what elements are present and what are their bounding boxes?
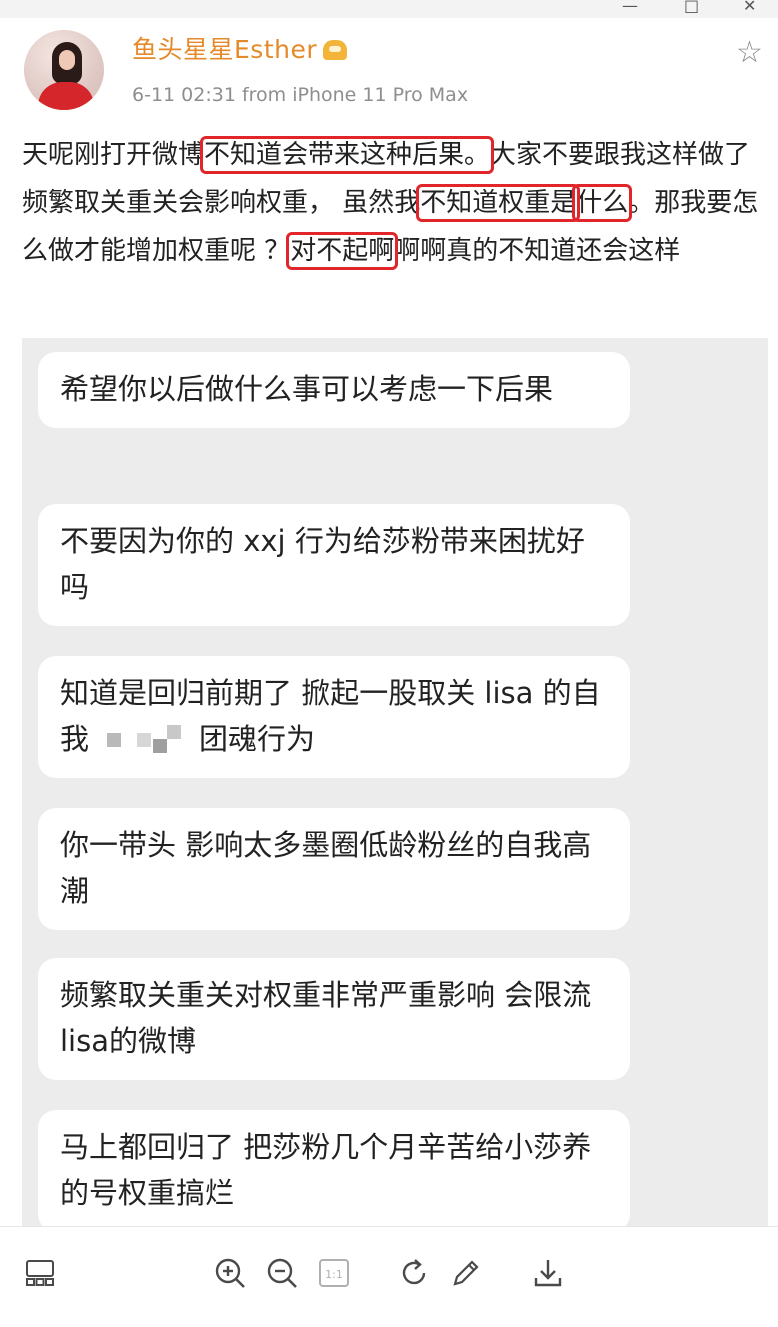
window-titlebar: — □ ✕: [0, 0, 778, 18]
comment-bubble: 希望你以后做什么事可以考虑一下后果: [38, 352, 630, 428]
close-icon[interactable]: ✕: [743, 0, 756, 15]
maximize-icon[interactable]: □: [684, 0, 699, 15]
zoom-out-icon[interactable]: [262, 1253, 302, 1293]
comment-text: 频繁取关重关对权重非常严重影响 会限流lisa的微博: [60, 978, 592, 1058]
highlighted-phrase: 对不起啊: [286, 232, 399, 270]
comment-text: 知道是回归前期了 掀起一股取关 lisa 的自我 团魂行为: [60, 670, 608, 762]
avatar[interactable]: [24, 30, 104, 110]
comment-text: 马上都回归了 把莎粉几个月辛苦给小莎养的号权重搞烂: [60, 1130, 592, 1210]
comment-text-part: 团魂行为: [199, 722, 316, 756]
comment-bubble: 马上都回归了 把莎粉几个月辛苦给小莎养的号权重搞烂: [38, 1110, 630, 1226]
censored-mosaic: [101, 723, 188, 753]
post-text-part: 天呢刚打开微博: [22, 140, 205, 170]
post-meta: 6-11 02:31 from iPhone 11 Pro Max: [132, 84, 469, 106]
post-text-part: 啊啊真的不知道还会这样: [394, 236, 681, 266]
comments-panel: 希望你以后做什么事可以考虑一下后果 不要因为你的 xxj 行为给莎粉带来困扰好吗…: [22, 338, 768, 1226]
actual-size-label: 1:1: [325, 1268, 343, 1281]
edit-icon[interactable]: [446, 1253, 486, 1293]
highlighted-phrase: 什么: [572, 184, 633, 222]
comment-bubble: 频繁取关重关对权重非常严重影响 会限流lisa的微博: [38, 958, 630, 1080]
comment-text: 希望你以后做什么事可以考虑一下后果: [60, 372, 554, 406]
username-text[interactable]: 鱼头星星Esther: [132, 35, 317, 64]
comment-bubble: 不要因为你的 xxj 行为给莎粉带来困扰好吗: [38, 504, 630, 626]
comment-bubble: 知道是回归前期了 掀起一股取关 lisa 的自我 团魂行为: [38, 656, 630, 778]
viewer-toolbar: 1:1: [0, 1226, 778, 1327]
comment-text: 你一带头 影响太多墨圈低龄粉丝的自我高潮: [60, 828, 592, 908]
rotate-icon[interactable]: [394, 1253, 434, 1293]
favorite-star-icon[interactable]: ☆: [736, 38, 763, 68]
highlighted-phrase: 不知道会带来这种后果。: [200, 136, 495, 174]
zoom-in-icon[interactable]: [210, 1253, 250, 1293]
highlighted-phrase: 不知道权重是: [416, 184, 581, 222]
comment-bubble: 你一带头 影响太多墨圈低龄粉丝的自我高潮: [38, 808, 630, 930]
post-text: 天呢刚打开微博不知道会带来这种后果。大家不要跟我这样做了 频繁取关重关会影响权重…: [22, 131, 767, 275]
avatar-face: [59, 50, 75, 70]
gallery-icon[interactable]: [20, 1253, 60, 1293]
download-icon[interactable]: [528, 1253, 568, 1293]
vip-badge-icon: [323, 40, 348, 60]
actual-size-icon[interactable]: 1:1: [314, 1253, 354, 1293]
minimize-icon[interactable]: —: [622, 0, 638, 15]
comment-text: 不要因为你的 xxj 行为给莎粉带来困扰好吗: [60, 524, 585, 604]
post-author[interactable]: 鱼头星星Esther: [132, 30, 348, 66]
